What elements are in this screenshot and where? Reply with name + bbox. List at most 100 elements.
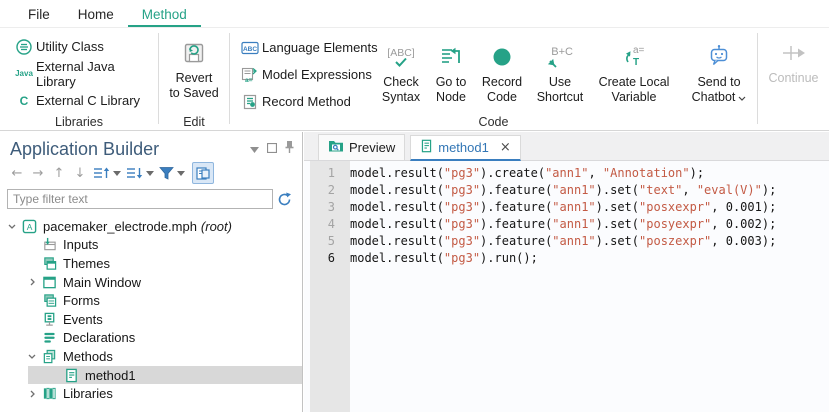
panel-menu-chevron-icon[interactable] [250, 140, 259, 158]
tree-item-main-window[interactable]: Main Window [0, 273, 302, 292]
go-to-node-button[interactable]: Go to Node [427, 32, 475, 114]
filter-button[interactable] [157, 163, 187, 183]
tree-item-declarations[interactable]: Declarations [0, 329, 302, 348]
tree-item-method1[interactable]: method1 [0, 366, 302, 385]
utility-class-icon [12, 38, 36, 56]
svg-text:A: A [26, 222, 32, 232]
check-syntax-line1: Check [383, 75, 418, 90]
preview-icon [328, 139, 344, 156]
record-code-line1: Record [482, 75, 522, 90]
method1-tab-label: method1 [438, 140, 489, 155]
code-line: 6model.result("pg3").run(); [304, 250, 829, 267]
tree-item-inputs[interactable]: Inputs [0, 236, 302, 255]
record-method-button[interactable]: Record Method [238, 88, 375, 115]
method-document-icon [62, 368, 80, 383]
tree-item-libraries[interactable]: Libraries [0, 384, 302, 403]
editor-tools-icon [196, 167, 210, 180]
filter-input[interactable] [7, 189, 273, 209]
chevron-collapsed-icon[interactable] [24, 278, 40, 286]
code-line: 4model.result("pg3").feature("ann1").set… [304, 216, 829, 233]
events-icon [40, 312, 58, 327]
utility-class-label: Utility Class [36, 39, 104, 54]
main-window-icon [40, 275, 58, 290]
svg-text:a=: a= [245, 77, 253, 83]
go-to-node-icon [439, 39, 463, 75]
tree-item-events[interactable]: Events [0, 310, 302, 329]
svg-text:a=: a= [633, 45, 645, 56]
use-shortcut-button[interactable]: B+C Use Shortcut [529, 32, 591, 114]
use-shortcut-icon: B+C [547, 39, 573, 75]
chevron-expanded-icon[interactable] [24, 354, 40, 359]
chevron-collapsed-icon[interactable] [24, 390, 40, 398]
collapse-list-button[interactable] [124, 163, 156, 183]
language-elements-label: Language Elements [262, 40, 378, 55]
tree-item-themes[interactable]: Themes [0, 254, 302, 273]
go-to-node-line2: Node [436, 90, 466, 105]
preview-tab[interactable]: Preview [318, 134, 405, 160]
record-code-icon [491, 39, 513, 75]
code-editor[interactable]: 1model.result("pg3").create("ann1", "Ann… [304, 161, 829, 412]
refresh-icon[interactable] [273, 192, 295, 207]
create-local-variable-line2: Variable [612, 90, 657, 105]
forward-button[interactable]: → [28, 163, 48, 183]
external-c-library-button[interactable]: C External C Library [6, 87, 158, 114]
continue-icon [781, 35, 807, 71]
list-down-icon [126, 166, 143, 180]
utility-class-button[interactable]: Utility Class [6, 33, 158, 60]
ribbon-tabbar: File Home Method [0, 0, 829, 28]
check-syntax-button[interactable]: [ABC] Check Syntax [375, 32, 427, 114]
code-group-label: Code [230, 115, 757, 129]
inputs-icon [40, 237, 58, 252]
close-icon[interactable]: × [500, 140, 511, 155]
tab-method[interactable]: Method [128, 2, 201, 27]
model-expressions-icon: a= [238, 67, 262, 83]
ribbon-group-libraries: Utility Class Java External Java Library… [0, 28, 158, 130]
expand-list-button[interactable] [91, 163, 123, 183]
record-code-line2: Code [487, 90, 517, 105]
tab-home[interactable]: Home [64, 2, 128, 27]
panel-pin-icon[interactable] [285, 140, 294, 158]
move-down-button[interactable]: ↓ [70, 163, 90, 183]
record-method-label: Record Method [262, 94, 351, 109]
language-elements-icon: ABC [238, 41, 262, 55]
record-code-button[interactable]: Record Code [475, 32, 529, 114]
model-expressions-button[interactable]: a= Model Expressions [238, 61, 375, 88]
external-c-library-label: External C Library [36, 93, 140, 108]
svg-text:T: T [633, 57, 639, 68]
tree-item-methods[interactable]: Methods [0, 347, 302, 366]
language-elements-button[interactable]: ABC Language Elements [238, 34, 375, 61]
move-up-button[interactable]: ↑ [49, 163, 69, 183]
continue-button[interactable]: Continue [758, 28, 829, 130]
chevron-expanded-icon[interactable] [4, 224, 20, 229]
tree-item-root[interactable]: A pacemaker_electrode.mph (root) [0, 217, 302, 236]
check-syntax-line2: Syntax [382, 90, 420, 105]
tree-item-forms[interactable]: Forms [0, 291, 302, 310]
code-line: 5model.result("pg3").feature("ann1").set… [304, 233, 829, 250]
external-java-library-button[interactable]: Java External Java Library [6, 60, 158, 87]
code-line: 1model.result("pg3").create("ann1", "Ann… [304, 165, 829, 182]
edit-group-label: Edit [159, 115, 229, 129]
application-root-icon: A [20, 219, 38, 234]
chevron-down-icon [177, 171, 185, 176]
check-syntax-icon: [ABC] [387, 39, 414, 75]
use-shortcut-line2: Shortcut [537, 90, 584, 105]
model-tree: A pacemaker_electrode.mph (root) Inputs … [0, 212, 302, 403]
panel-float-icon[interactable] [267, 140, 277, 158]
send-to-chatbot-line1: Send to [697, 75, 740, 90]
record-method-icon [238, 94, 262, 110]
continue-label: Continue [768, 71, 818, 86]
code-line: 2model.result("pg3").feature("ann1").set… [304, 182, 829, 199]
model-expressions-label: Model Expressions [262, 67, 372, 82]
tab-file[interactable]: File [14, 2, 64, 27]
back-button[interactable]: ← [7, 163, 27, 183]
c-language-icon: C [12, 94, 36, 108]
create-local-variable-button[interactable]: a=T Create Local Variable [591, 32, 677, 114]
revert-label-line1: Revert [176, 71, 213, 86]
send-to-chatbot-button[interactable]: Send to Chatbot [677, 32, 761, 114]
ribbon: File Home Method Utility Class Java Exte… [0, 0, 829, 131]
method1-tab[interactable]: method1 × [410, 135, 521, 161]
show-editor-tools-toggle[interactable] [192, 162, 214, 184]
ribbon-group-continue: Continue [758, 28, 829, 130]
go-to-node-line1: Go to [436, 75, 467, 90]
chevron-down-icon[interactable] [738, 90, 746, 104]
